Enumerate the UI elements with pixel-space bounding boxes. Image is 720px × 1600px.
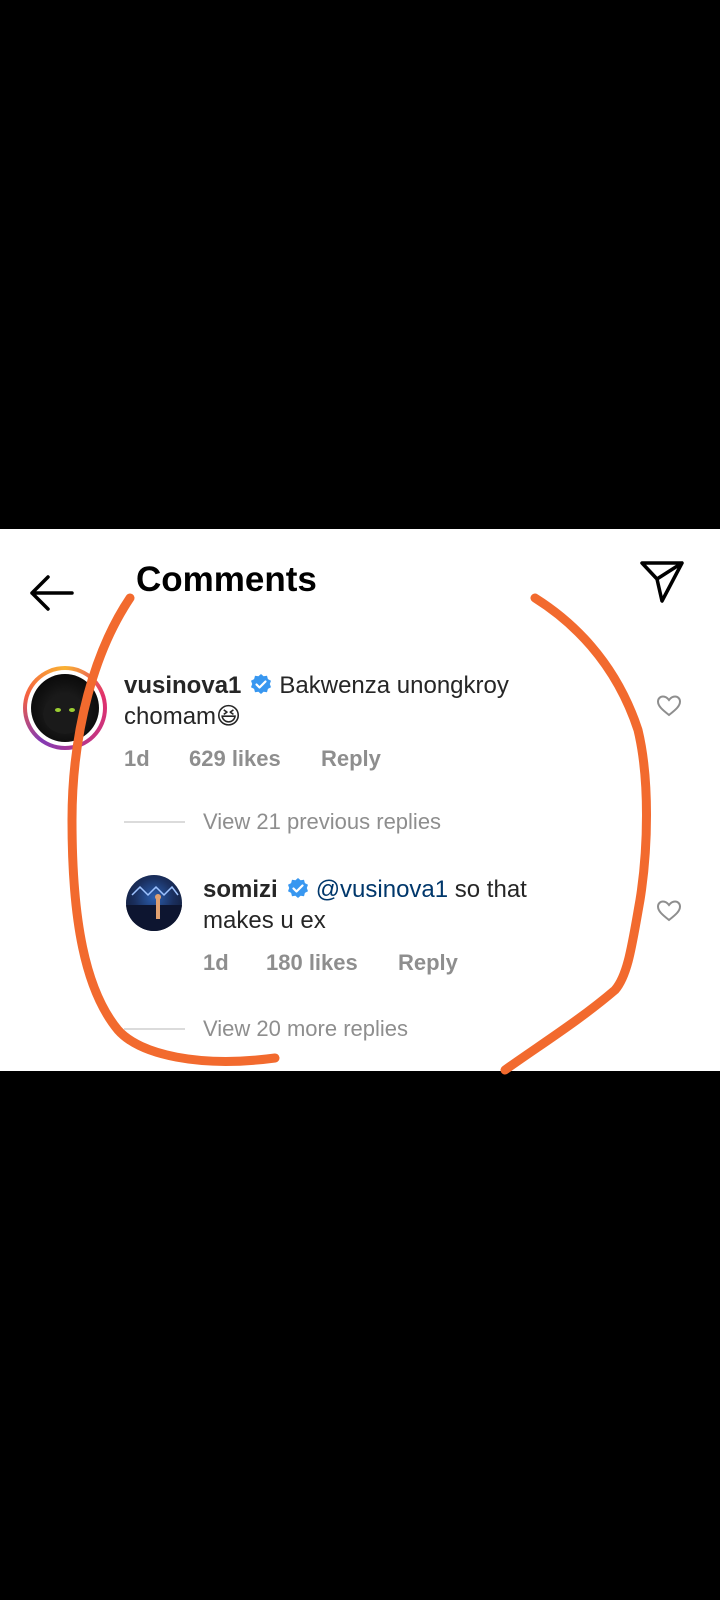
paper-plane-icon: [640, 561, 684, 603]
share-button[interactable]: [636, 555, 688, 607]
view-more-replies[interactable]: View 20 more replies: [203, 1016, 408, 1042]
comment-text-line1: so that: [448, 876, 527, 903]
avatar-story-ring[interactable]: [23, 666, 107, 750]
reply-button[interactable]: Reply: [398, 950, 458, 976]
arrow-left-icon: [30, 575, 74, 611]
comment-text-line2: makes u ex: [203, 907, 326, 934]
page-title: Comments: [136, 560, 317, 599]
like-button[interactable]: [656, 899, 682, 923]
heart-icon: [656, 900, 682, 922]
replies-divider: [124, 1028, 185, 1030]
heart-icon: [656, 695, 682, 717]
comment-username[interactable]: somizi: [203, 876, 278, 903]
avatar[interactable]: [126, 875, 182, 931]
comment-time: 1d: [203, 950, 229, 975]
verified-badge-icon: [287, 878, 308, 898]
likes-count[interactable]: 629 likes: [189, 746, 281, 772]
verified-badge-icon: [251, 674, 272, 694]
likes-count[interactable]: 180 likes: [266, 950, 358, 976]
comment-text-line2: chomam😆: [124, 703, 242, 730]
comments-panel: Comments vusinova1 Bakwenza unongkroy cho…: [0, 529, 720, 1071]
like-button[interactable]: [656, 694, 682, 718]
comment-username[interactable]: vusinova1: [124, 672, 241, 699]
reply-body: somizi @vusinova1 so that makes u ex: [203, 874, 613, 936]
reply-button[interactable]: Reply: [321, 746, 381, 772]
comment-time: 1d: [124, 746, 150, 771]
replies-divider: [124, 821, 185, 823]
comment-body: vusinova1 Bakwenza unongkroy chomam😆: [124, 670, 534, 732]
mention-link[interactable]: @vusinova1: [316, 876, 448, 903]
avatar: [31, 674, 99, 742]
view-previous-replies[interactable]: View 21 previous replies: [203, 809, 441, 835]
back-button[interactable]: [26, 571, 80, 615]
comment-text-line1: Bakwenza unongkroy: [279, 672, 509, 699]
